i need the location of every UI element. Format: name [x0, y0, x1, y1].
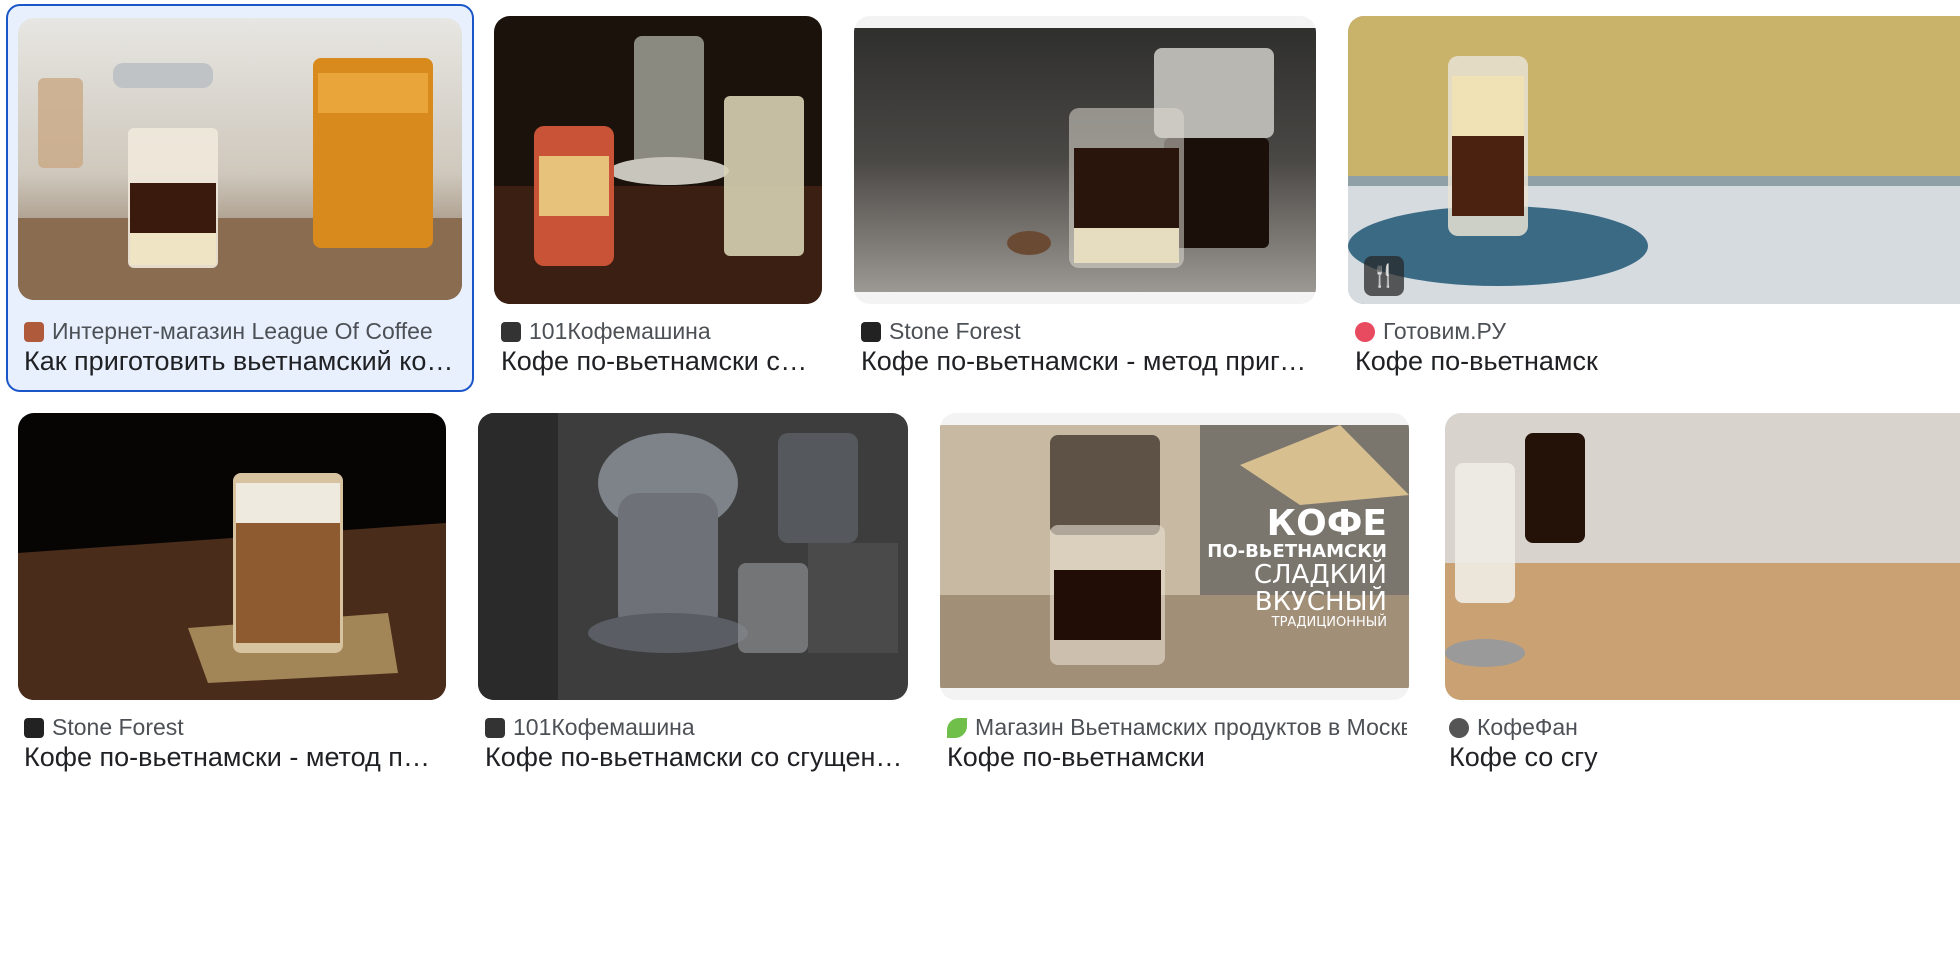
banner-line: ВКУСНЫЙ [1254, 586, 1387, 617]
source-label: Stone Forest [52, 714, 184, 740]
result-source-6[interactable]: 101Кофемашина [485, 714, 905, 741]
hammer-pick-icon [24, 717, 44, 738]
coffee-photo [18, 413, 446, 700]
result-title-2[interactable]: Кофе по-вьетнамски со сг… [501, 346, 821, 377]
source-label: Stone Forest [889, 318, 1021, 344]
source-label: 101Кофемашина [529, 318, 711, 344]
result-source-8[interactable]: КофеФан [1449, 714, 1960, 741]
gotovim-logo-icon [1355, 321, 1375, 342]
result-source-2[interactable]: 101Кофемашина [501, 318, 821, 345]
result-image-4[interactable]: 🍴 [1348, 16, 1960, 304]
result-source-3[interactable]: Stone Forest [861, 318, 1316, 345]
result-image-7[interactable]: КОФЕ ПО-ВЬЕТНАМСКИ СЛАДКИЙ ВКУСНЫЙ ТРАДИ… [940, 413, 1409, 700]
source-label: Готовим.РУ [1383, 318, 1506, 344]
source-label: Магазин Вьетнамских продуктов в Москве [975, 714, 1407, 740]
banner-line: КОФЕ [1266, 503, 1387, 544]
kofefan-logo-icon [1449, 717, 1469, 738]
result-image-6[interactable] [478, 413, 908, 700]
recipe-icon: 🍴 [1364, 256, 1404, 296]
leaf-icon [947, 717, 967, 738]
result-source-4[interactable]: Готовим.РУ [1355, 318, 1960, 345]
result-source-7[interactable]: Магазин Вьетнамских продуктов в Москве [947, 714, 1407, 741]
source-label: Интернет-магазин League Of Coffee [52, 318, 433, 344]
result-image-8[interactable] [1445, 413, 1960, 700]
house-icon [24, 321, 44, 342]
result-source-5[interactable]: Stone Forest [24, 714, 444, 741]
result-image-3[interactable] [854, 16, 1316, 304]
banner-line: СЛАДКИЙ [1253, 559, 1387, 590]
result-image-1[interactable] [18, 18, 462, 300]
coffee-photo [18, 18, 462, 300]
banner-line: ТРАДИЦИОННЫЙ [1271, 615, 1387, 631]
source-label: 101Кофемашина [513, 714, 695, 740]
result-source-1[interactable]: Интернет-магазин League Of Coffee [24, 318, 464, 345]
banner-text: КОФЕ ПО-ВЬЕТНАМСКИ СЛАДКИЙ ВКУСНЫЙ ТРАДИ… [1187, 505, 1387, 630]
result-image-5[interactable] [18, 413, 446, 700]
coffee-photo [854, 28, 1316, 292]
coffee-machine-icon [485, 717, 505, 738]
hammer-pick-icon [861, 321, 881, 342]
coffee-photo [1445, 413, 1960, 700]
result-title-4[interactable]: Кофе по-вьетнамск [1355, 346, 1960, 377]
coffee-photo [1348, 16, 1960, 304]
result-title-3[interactable]: Кофе по-вьетнамски - метод приготов… [861, 346, 1316, 377]
result-title-1[interactable]: Как приготовить вьетнамский кофе? … [24, 346, 464, 377]
banner-line: ПО-ВЬЕТНАМСКИ [1207, 540, 1387, 562]
result-title-7[interactable]: Кофе по-вьетнамски [947, 742, 1407, 773]
coffee-machine-icon [501, 321, 521, 342]
result-title-6[interactable]: Кофе по-вьетнамски со сгущенкой: … [485, 742, 905, 773]
result-title-8[interactable]: Кофе со сгу [1449, 742, 1960, 773]
source-label: КофеФан [1477, 714, 1578, 740]
coffee-photo [494, 16, 822, 304]
coffee-photo [478, 413, 908, 700]
result-title-5[interactable]: Кофе по-вьетнамски - метод приго… [24, 742, 444, 773]
result-image-2[interactable] [494, 16, 822, 304]
